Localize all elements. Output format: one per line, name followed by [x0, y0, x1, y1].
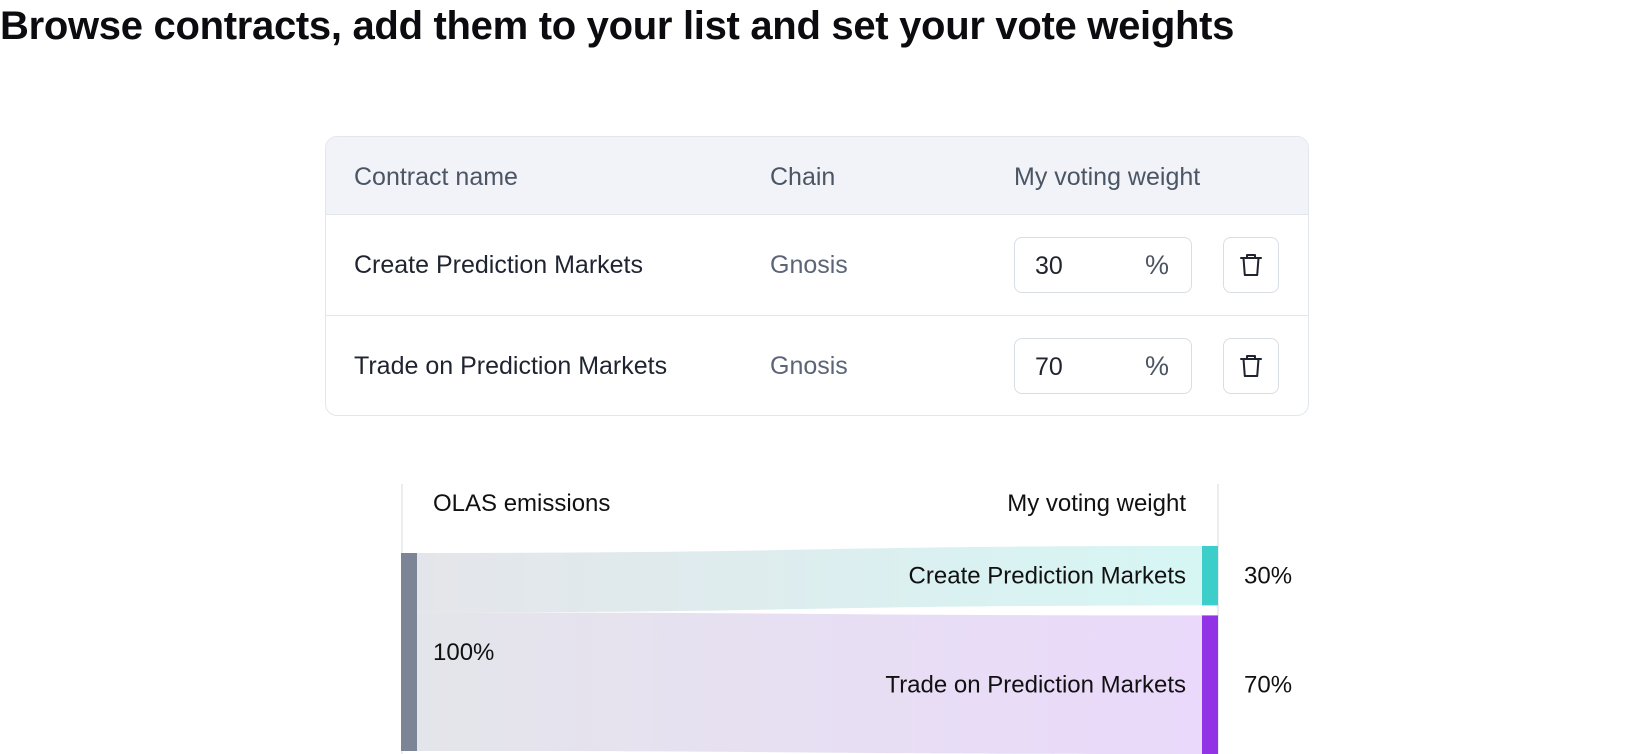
- sankey-flow-label: Trade on Prediction Markets: [885, 672, 1186, 699]
- sankey-right-header: My voting weight: [1007, 490, 1186, 517]
- sankey-flow-value: 70%: [1244, 672, 1292, 699]
- sankey-flow-value: 30%: [1244, 563, 1292, 590]
- sankey-target-node: [1202, 615, 1218, 754]
- sankey-flow-label: Create Prediction Markets: [909, 563, 1186, 590]
- sankey-chart: OLAS emissions My voting weight Create P…: [401, 484, 1292, 754]
- sankey-source-label: 100%: [433, 639, 494, 666]
- sankey-left-header: OLAS emissions: [433, 490, 610, 517]
- sankey-target-node: [1202, 546, 1218, 606]
- sankey-source-node: [401, 553, 417, 751]
